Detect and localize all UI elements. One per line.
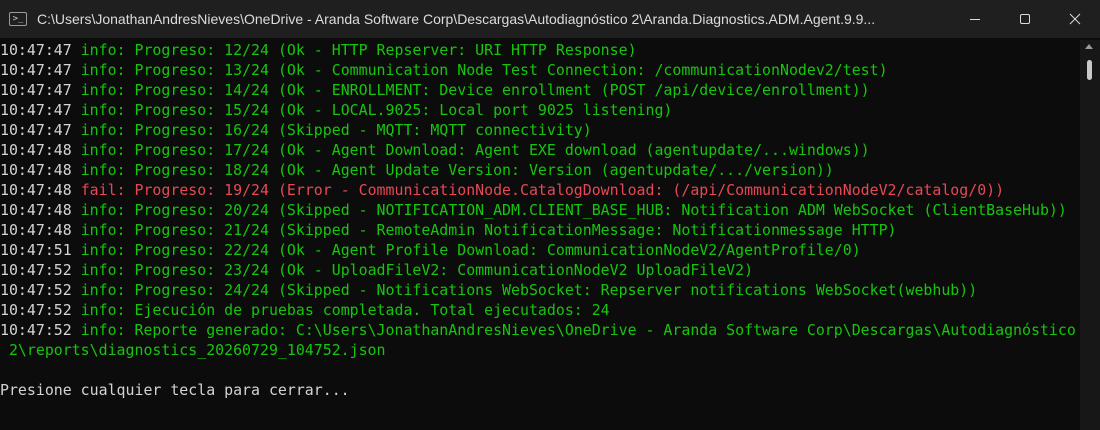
vertical-scrollbar[interactable]: [1080, 40, 1100, 430]
log-level: info:: [80, 241, 126, 259]
log-message: Progreso: 14/24 (Ok - ENROLLMENT: Device…: [134, 81, 870, 99]
log-timestamp: 10:47:52: [0, 301, 72, 319]
log-level: info:: [80, 61, 126, 79]
log-message: Reporte generado: C:\Users\JonathanAndre…: [134, 321, 1076, 339]
log-message: Progreso: 20/24 (Skipped - NOTIFICATION_…: [134, 201, 1067, 219]
console-line: 10:47:52 info: Reporte generado: C:\User…: [0, 320, 1080, 340]
log-timestamp: 10:47:52: [0, 321, 72, 339]
console-line: 10:47:47 info: Progreso: 16/24 (Skipped …: [0, 120, 1080, 140]
scroll-thumb[interactable]: [1087, 60, 1092, 80]
close-button[interactable]: [1050, 0, 1100, 38]
console-output[interactable]: 10:47:47 info: Progreso: 12/24 (Ok - HTT…: [0, 40, 1080, 430]
log-timestamp: 10:47:48: [0, 201, 72, 219]
exit-prompt: Presione cualquier tecla para cerrar...: [0, 381, 350, 399]
log-level: info:: [80, 81, 126, 99]
console-line: 10:47:52 info: Progreso: 24/24 (Skipped …: [0, 280, 1080, 300]
log-timestamp: 10:47:48: [0, 161, 72, 179]
log-level: info:: [80, 161, 126, 179]
log-level: info:: [80, 261, 126, 279]
log-message: Progreso: 22/24 (Ok - Agent Profile Down…: [134, 241, 861, 259]
log-timestamp: 10:47:52: [0, 281, 72, 299]
log-timestamp: 10:47:47: [0, 121, 72, 139]
window-title: C:\Users\JonathanAndresNieves\OneDrive -…: [37, 11, 876, 27]
log-level: info:: [80, 141, 126, 159]
log-timestamp: 10:47:47: [0, 61, 72, 79]
console-line: 10:47:47 info: Progreso: 13/24 (Ok - Com…: [0, 60, 1080, 80]
minimize-icon: [970, 19, 980, 20]
log-timestamp: 10:47:51: [0, 241, 72, 259]
console-line: 10:47:52 info: Ejecución de pruebas comp…: [0, 300, 1080, 320]
terminal-icon: >_: [9, 12, 27, 26]
log-level: info:: [80, 221, 126, 239]
log-level: info:: [80, 281, 126, 299]
console-line: 10:47:48 info: Progreso: 17/24 (Ok - Age…: [0, 140, 1080, 160]
console-line: 10:47:47 info: Progreso: 14/24 (Ok - ENR…: [0, 80, 1080, 100]
close-icon: [1069, 13, 1081, 25]
log-level: info:: [80, 41, 126, 59]
log-message: Ejecución de pruebas completada. Total e…: [134, 301, 610, 319]
log-message: 2\reports\diagnostics_20260729_104752.js…: [0, 341, 386, 359]
console-line: 10:47:52 info: Progreso: 23/24 (Ok - Upl…: [0, 260, 1080, 280]
log-timestamp: 10:47:47: [0, 101, 72, 119]
log-level: fail:: [80, 181, 126, 199]
log-timestamp: 10:47:48: [0, 181, 72, 199]
title-bar[interactable]: >_ C:\Users\JonathanAndresNieves\OneDriv…: [0, 0, 1100, 38]
minimize-button[interactable]: [950, 0, 1000, 38]
console-line: 10:47:51 info: Progreso: 22/24 (Ok - Age…: [0, 240, 1080, 260]
log-message: Progreso: 17/24 (Ok - Agent Download: Ag…: [134, 141, 870, 159]
console-line: 10:47:48 fail: Progreso: 19/24 (Error - …: [0, 180, 1080, 200]
console-line: 10:47:48 info: Progreso: 20/24 (Skipped …: [0, 200, 1080, 220]
log-message: Progreso: 19/24 (Error - CommunicationNo…: [134, 181, 1005, 199]
log-level: info:: [80, 101, 126, 119]
console-line-continuation: 2\reports\diagnostics_20260729_104752.js…: [0, 340, 1080, 360]
log-level: info:: [80, 301, 126, 319]
maximize-button[interactable]: [1000, 0, 1050, 38]
log-level: info:: [80, 321, 126, 339]
log-timestamp: 10:47:48: [0, 141, 72, 159]
console-line: 10:47:48 info: Progreso: 21/24 (Skipped …: [0, 220, 1080, 240]
log-message: Progreso: 13/24 (Ok - Communication Node…: [134, 61, 888, 79]
maximize-icon: [1020, 14, 1030, 24]
console-line: 10:47:47 info: Progreso: 15/24 (Ok - LOC…: [0, 100, 1080, 120]
console-line: 10:47:47 info: Progreso: 12/24 (Ok - HTT…: [0, 40, 1080, 60]
log-timestamp: 10:47:47: [0, 81, 72, 99]
log-message: Progreso: 21/24 (Skipped - RemoteAdmin N…: [134, 221, 897, 239]
log-level: info:: [80, 201, 126, 219]
log-message: Progreso: 24/24 (Skipped - Notifications…: [134, 281, 978, 299]
console-line: 10:47:48 info: Progreso: 18/24 (Ok - Age…: [0, 160, 1080, 180]
log-timestamp: 10:47:52: [0, 261, 72, 279]
log-message: Progreso: 15/24 (Ok - LOCAL.9025: Local …: [134, 101, 673, 119]
log-message: Progreso: 23/24 (Ok - UploadFileV2: Comm…: [134, 261, 754, 279]
log-message: Progreso: 12/24 (Ok - HTTP Repserver: UR…: [134, 41, 637, 59]
log-timestamp: 10:47:47: [0, 41, 72, 59]
log-message: Progreso: 16/24 (Skipped - MQTT: MQTT co…: [134, 121, 592, 139]
terminal-window: >_ C:\Users\JonathanAndresNieves\OneDriv…: [0, 0, 1100, 430]
log-timestamp: 10:47:48: [0, 221, 72, 239]
log-message: Progreso: 18/24 (Ok - Agent Update Versi…: [134, 161, 834, 179]
log-level: info:: [80, 121, 126, 139]
scroll-up-arrow-icon[interactable]: [1085, 44, 1093, 49]
window-controls: [950, 0, 1100, 38]
